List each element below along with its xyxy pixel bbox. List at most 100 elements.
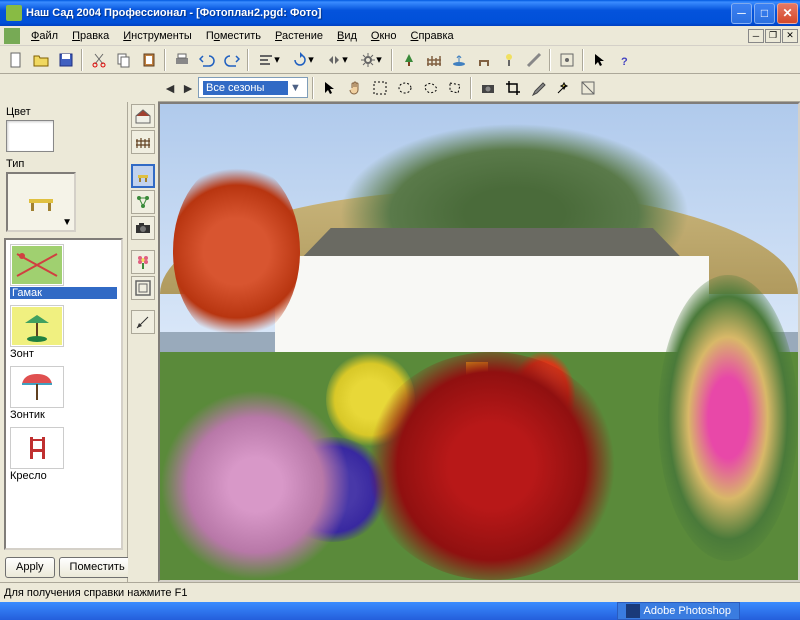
menubar: Файл Правка Инструменты Поместить Растен… (0, 26, 800, 46)
plant-right-mix (658, 275, 798, 561)
list-item[interactable]: Гамак (8, 242, 119, 301)
house-tool-button[interactable] (131, 104, 155, 128)
taskbar-app-button[interactable]: Adobe Photoshop (617, 602, 740, 620)
separator (81, 49, 83, 71)
menu-tools[interactable]: Инструменты (116, 28, 199, 44)
print-button[interactable] (170, 49, 193, 71)
flower-tool-button[interactable] (131, 250, 155, 274)
copy-button[interactable] (112, 49, 135, 71)
item-label: Гамак (10, 287, 117, 299)
menu-file[interactable]: Файл (24, 28, 65, 44)
wand-button[interactable] (551, 77, 574, 99)
flip-button[interactable]: ▾ (321, 49, 353, 71)
close-button[interactable]: ✕ (777, 3, 798, 24)
align-button[interactable]: ▾ (253, 49, 285, 71)
lasso-tool-button[interactable] (418, 77, 441, 99)
window-title: Наш Сад 2004 Профессионал - [Фотоплан2.p… (26, 7, 731, 19)
plant-orange-tree (173, 161, 301, 342)
path-tool-button[interactable] (522, 49, 545, 71)
tree-tool-button[interactable] (397, 49, 420, 71)
adjust-button[interactable] (576, 77, 599, 99)
redo-button[interactable] (220, 49, 243, 71)
main-area: Цвет Тип ▼ Гамак Зонт Зонтик Кресло (0, 102, 800, 582)
save-button[interactable] (54, 49, 77, 71)
new-button[interactable] (4, 49, 27, 71)
bench-icon (21, 187, 61, 217)
undo-button[interactable] (195, 49, 218, 71)
thumb-parasol (10, 366, 64, 408)
titlebar: Наш Сад 2004 Профессионал - [Фотоплан2.p… (0, 0, 800, 26)
item-list[interactable]: Гамак Зонт Зонтик Кресло (4, 238, 123, 550)
pen-tool-button[interactable] (131, 310, 155, 334)
camera2-tool-button[interactable] (131, 216, 155, 240)
taskbar: Adobe Photoshop (0, 602, 800, 620)
prev-arrow-button[interactable]: ◄ (162, 77, 178, 99)
hand-tool-button[interactable] (343, 77, 366, 99)
mdi-restore-button[interactable]: ❐ (765, 29, 781, 43)
open-button[interactable] (29, 49, 52, 71)
document-icon[interactable] (4, 28, 20, 44)
gear-button[interactable]: ▾ (355, 49, 387, 71)
mdi-close-button[interactable]: ✕ (782, 29, 798, 43)
paste-button[interactable] (137, 49, 160, 71)
menu-plant[interactable]: Растение (268, 28, 330, 44)
viewport[interactable] (158, 102, 800, 582)
dropdown-arrow-icon: ▼ (62, 217, 72, 228)
menu-window[interactable]: Окно (364, 28, 404, 44)
thumb-chair (10, 427, 64, 469)
fence-tool-button[interactable] (422, 49, 445, 71)
maximize-button[interactable]: □ (754, 3, 775, 24)
fence2-tool-button[interactable] (131, 130, 155, 154)
minimize-button[interactable]: ─ (731, 3, 752, 24)
furniture2-tool-button[interactable] (131, 164, 155, 188)
menu-edit[interactable]: Правка (65, 28, 116, 44)
app-icon (6, 5, 22, 21)
place-button[interactable]: Поместить (59, 557, 136, 578)
rotate-button[interactable]: ▾ (287, 49, 319, 71)
separator (391, 49, 393, 71)
view-toolbar: ◄ ► Все сезоны ▼ (158, 74, 800, 102)
season-select[interactable]: Все сезоны ▼ (198, 77, 308, 98)
status-text: Для получения справки нажмите F1 (4, 587, 796, 599)
item-label: Кресло (10, 470, 117, 482)
thumb-hammock (10, 244, 64, 286)
thumb-umbrella (10, 305, 64, 347)
color-well[interactable] (6, 120, 54, 152)
list-item[interactable]: Кресло (8, 425, 119, 484)
furniture-tool-button[interactable] (472, 49, 495, 71)
light-tool-button[interactable] (497, 49, 520, 71)
crop-button[interactable] (501, 77, 524, 99)
separator (164, 49, 166, 71)
list-item[interactable]: Зонтик (8, 364, 119, 423)
mdi-minimize-button[interactable]: ─ (748, 29, 764, 43)
select-tool-button[interactable] (318, 77, 341, 99)
apply-button[interactable]: Apply (5, 557, 55, 578)
separator (582, 49, 584, 71)
menu-help[interactable]: Справка (403, 28, 460, 44)
left-panel: Цвет Тип ▼ Гамак Зонт Зонтик Кресло (0, 102, 128, 582)
separator (470, 77, 472, 99)
menu-place[interactable]: Поместить (199, 28, 268, 44)
button-row: Apply Поместить (2, 550, 125, 580)
camera-button[interactable] (476, 77, 499, 99)
next-arrow-button[interactable]: ► (180, 77, 196, 99)
type-preview[interactable]: ▼ (6, 172, 76, 232)
type-label: Тип (6, 158, 125, 170)
help-button[interactable]: ? (613, 49, 636, 71)
list-item[interactable]: Зонт (8, 303, 119, 362)
house-body (275, 256, 709, 361)
pointer-button[interactable] (588, 49, 611, 71)
poly-lasso-button[interactable] (443, 77, 466, 99)
fountain-tool-button[interactable] (447, 49, 470, 71)
ellipse-marquee-button[interactable] (393, 77, 416, 99)
main-toolbar: ▾ ▾ ▾ ▾ ? (0, 46, 800, 74)
marquee-tool-button[interactable] (368, 77, 391, 99)
eyedropper-button[interactable] (526, 77, 549, 99)
settings-button[interactable] (555, 49, 578, 71)
plant-pink (160, 390, 351, 580)
svg-text:?: ? (621, 56, 628, 68)
frame-tool-button[interactable] (131, 276, 155, 300)
connector-tool-button[interactable] (131, 190, 155, 214)
cut-button[interactable] (87, 49, 110, 71)
menu-view[interactable]: Вид (330, 28, 364, 44)
